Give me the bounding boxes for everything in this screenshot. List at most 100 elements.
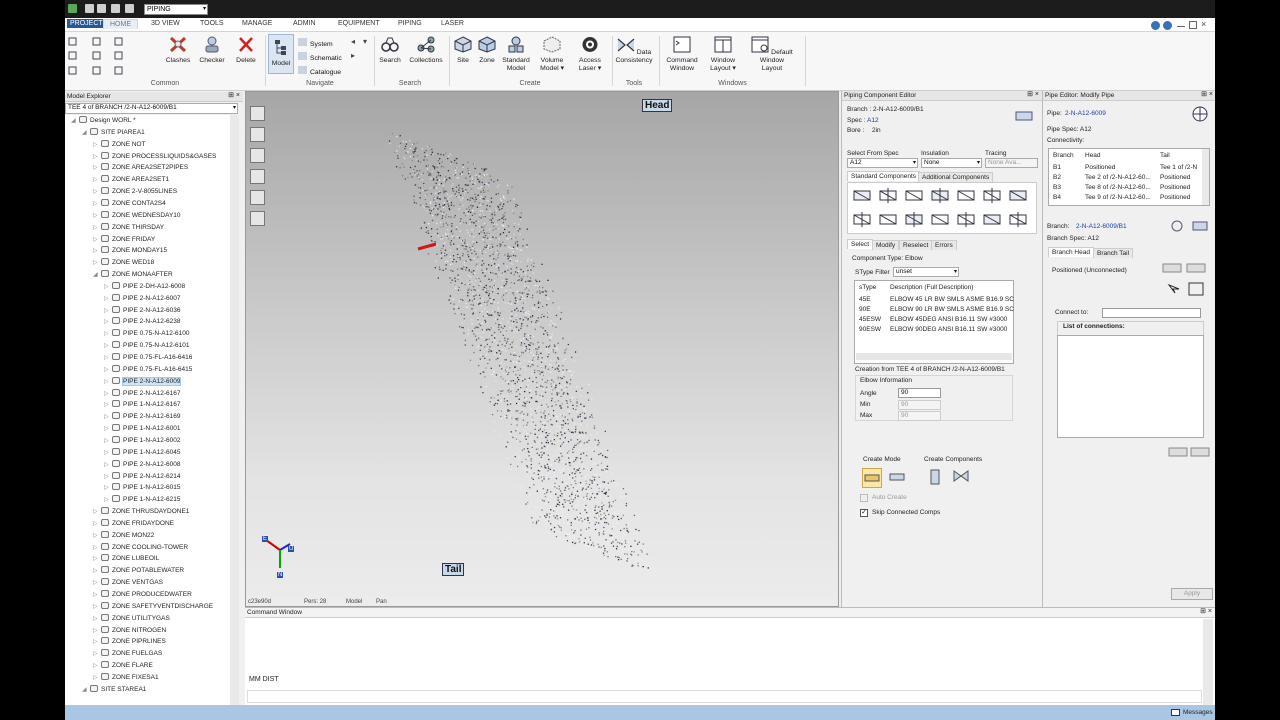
tab-laser[interactable]: LASER: [441, 20, 464, 27]
tree-node[interactable]: ▷ PIPE 2-N-A12-6036: [104, 305, 180, 317]
tree-node[interactable]: ▷ PIPE 0.75-FL-A16-6416: [104, 352, 192, 364]
plug-icon[interactable]: [983, 214, 1001, 225]
connect-to-input[interactable]: [1102, 308, 1201, 318]
tree-expander-icon[interactable]: ▷: [93, 507, 101, 518]
tree-expander-icon[interactable]: ◢: [93, 270, 101, 281]
description-cell[interactable]: ELBOW 45DEG ANSI B16.11 SW #3000: [890, 316, 1007, 323]
tree-expander-icon[interactable]: ▷: [104, 424, 112, 435]
tree-node[interactable]: ▷ ZONE FRIDAYDONE: [93, 518, 174, 530]
tab-errors[interactable]: Errors: [931, 240, 957, 250]
tab-manage[interactable]: MANAGE: [242, 20, 272, 27]
tree-expander-icon[interactable]: ◢: [82, 128, 90, 139]
description-cell[interactable]: ELBOW 45 LR BW SMLS ASME B16.9 SC: [890, 296, 1014, 303]
tree-node[interactable]: ▷ PIPE 2-N-A12-6167: [104, 388, 180, 400]
tree-node[interactable]: ▷ ZONE WED18: [93, 257, 154, 269]
tree-node[interactable]: ▷ ZONE FRIDAY: [93, 234, 155, 246]
connectivity-head-cell[interactable]: Tee 8 of /2-N-A12-60...: [1085, 184, 1151, 191]
volume-model-button[interactable]: Volume Model ▾: [537, 32, 567, 73]
tab-modify[interactable]: Modify: [872, 240, 900, 250]
tree-expander-icon[interactable]: ▷: [104, 306, 112, 317]
tree-node[interactable]: ▷ ZONE SAFETYVENTDISCHARGE: [93, 601, 213, 613]
tree-node[interactable]: ▷ PIPE 2-N-A12-6007: [104, 293, 180, 305]
branch-tools-icon[interactable]: [1169, 218, 1211, 234]
viewport-tool-4-icon[interactable]: [250, 169, 265, 184]
tree-node[interactable]: ▷ ZONE VENTGAS: [93, 577, 163, 589]
tree-expander-icon[interactable]: ▷: [104, 460, 112, 471]
valve-icon[interactable]: [905, 212, 923, 227]
system-button[interactable]: System: [298, 38, 333, 48]
delete-button[interactable]: Delete: [233, 32, 259, 65]
tree-node[interactable]: ◢ ZONE MONAAFTER: [93, 269, 173, 281]
cap-icon[interactable]: [1009, 190, 1027, 201]
viewport-tool-2-icon[interactable]: [250, 127, 265, 142]
cross-icon[interactable]: [853, 212, 871, 227]
help-icon[interactable]: [1163, 21, 1172, 30]
head-connect-tools-icon[interactable]: [1161, 261, 1211, 301]
tree-node[interactable]: ▷ PIPE 1-N-A12-6015: [104, 482, 180, 494]
tree-expander-icon[interactable]: ◢: [71, 116, 79, 127]
site-button[interactable]: Site: [451, 32, 475, 65]
tree-expander-icon[interactable]: ▷: [93, 531, 101, 542]
gasket-icon[interactable]: [1009, 212, 1027, 227]
tree-expander-icon[interactable]: ▷: [104, 282, 112, 293]
redo-icon[interactable]: [111, 4, 120, 13]
messages-label[interactable]: Messages: [1183, 709, 1213, 716]
tree-node[interactable]: ▷ PIPE 1-N-A12-6215: [104, 494, 180, 506]
tree-node[interactable]: ▷ ZONE CONTA2S4: [93, 198, 166, 210]
clashes-button[interactable]: Clashes: [165, 32, 191, 65]
panel-pin-close-icon[interactable]: ⊞ ×: [228, 92, 240, 100]
tree-node[interactable]: ◢ Design WORL *: [71, 115, 136, 127]
tree-node[interactable]: ▷ PIPE 1-N-A12-6002: [104, 435, 180, 447]
tree-node[interactable]: ▷ ZONE WEDNESDAY10: [93, 210, 181, 222]
insulation-combo[interactable]: None ▾: [921, 158, 982, 168]
tree-expander-icon[interactable]: ▷: [104, 341, 112, 352]
tree-expander-icon[interactable]: ▷: [104, 448, 112, 459]
quick-access-icon[interactable]: [125, 4, 134, 13]
spec-combo[interactable]: A12 ▾: [847, 158, 918, 168]
tree-expander-icon[interactable]: ▷: [93, 566, 101, 577]
angle-input[interactable]: 90: [898, 388, 941, 398]
tab-branch-tail[interactable]: Branch Tail: [1093, 248, 1134, 258]
command-input[interactable]: [247, 690, 1202, 703]
apply-button[interactable]: Apply: [1171, 588, 1213, 600]
tree-expander-icon[interactable]: ▷: [104, 436, 112, 447]
access-laser-button[interactable]: Access Laser ▾: [575, 32, 605, 73]
common-small-tools-icon[interactable]: [67, 36, 135, 78]
data-consistency-button[interactable]: Data Consistency: [614, 32, 654, 65]
flange-icon[interactable]: [931, 214, 949, 225]
tab-project[interactable]: PROJECT: [67, 19, 106, 28]
tree-node[interactable]: ▷ ZONE PIPRLINES: [93, 636, 166, 648]
tree-node[interactable]: ▷ ZONE MON22: [93, 530, 154, 542]
tab-piping[interactable]: PIPING: [398, 20, 422, 27]
connections-list[interactable]: [1057, 335, 1204, 438]
viewport-tool-5-icon[interactable]: [250, 190, 265, 205]
tee-icon[interactable]: [853, 190, 871, 201]
min-input[interactable]: 90: [898, 400, 941, 410]
schematic-button[interactable]: Schematic: [298, 52, 342, 62]
tree-node[interactable]: ▷ PIPE 2-DH-A12-6008: [104, 281, 185, 293]
tree-expander-icon[interactable]: ▷: [104, 353, 112, 364]
tab-select[interactable]: Select: [847, 239, 874, 249]
connectivity-branch-cell[interactable]: B2: [1053, 174, 1061, 181]
tree-node[interactable]: ▷ ZONE POTABLEWATER: [93, 565, 184, 577]
tree-expander-icon[interactable]: ▷: [93, 637, 101, 648]
minimize-icon[interactable]: [1177, 21, 1185, 27]
tree-expander-icon[interactable]: ▷: [93, 235, 101, 246]
panel-pin-close-icon[interactable]: ⊞ ×: [1027, 91, 1039, 99]
tree-node[interactable]: ▷ ZONE LUBEOIL: [93, 553, 159, 565]
stype-cell[interactable]: 90E: [859, 306, 871, 313]
tree-node[interactable]: ▷ ZONE MONDAY15: [93, 245, 167, 257]
tree-node[interactable]: ▷ PIPE 0.75-FL-A16-6415: [104, 364, 192, 376]
window-layout-button[interactable]: Window Layout ▾: [705, 32, 741, 73]
tree-expander-icon[interactable]: ▷: [104, 495, 112, 506]
connectivity-head-cell[interactable]: Positioned: [1085, 164, 1115, 171]
tree-expander-icon[interactable]: ▷: [93, 187, 101, 198]
tree-expander-icon[interactable]: ▷: [93, 163, 101, 174]
tree-node[interactable]: ▷ PIPE 2-N-A12-6238: [104, 316, 180, 328]
tab-home[interactable]: HOME: [103, 19, 138, 29]
tab-tools[interactable]: TOOLS: [200, 20, 224, 27]
tree-expander-icon[interactable]: ▷: [93, 258, 101, 269]
max-input[interactable]: 90: [898, 411, 941, 421]
tree-expander-icon[interactable]: ▷: [93, 554, 101, 565]
tree-expander-icon[interactable]: ▷: [93, 211, 101, 222]
